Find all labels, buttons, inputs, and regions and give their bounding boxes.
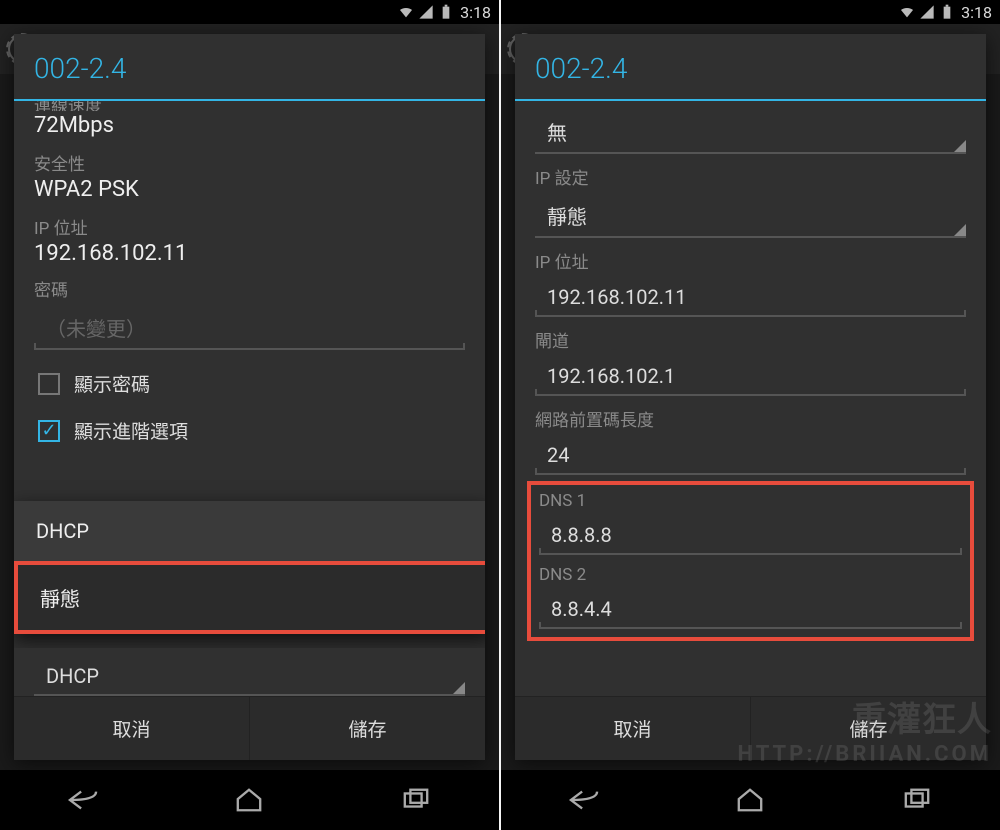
- show-advanced-label: 顯示進階選項: [74, 417, 188, 444]
- dns1-input[interactable]: 8.8.8.8: [539, 513, 962, 555]
- password-input[interactable]: （未變更）: [34, 303, 465, 350]
- show-password-checkbox[interactable]: [38, 373, 60, 395]
- ip-address-label: IP 位址: [535, 248, 966, 273]
- show-password-row[interactable]: 顯示密碼: [34, 370, 465, 397]
- ip-address-value: 192.168.102.11: [34, 241, 465, 266]
- cancel-button[interactable]: 取消: [515, 697, 751, 760]
- prefix-length-label: 網路前置碼長度: [535, 406, 966, 431]
- dialog-body: 無 IP 設定 靜態 IP 位址 192.168.102.11 閘道 192.1…: [515, 101, 986, 696]
- prefix-length-input[interactable]: 24: [535, 433, 966, 475]
- show-password-label: 顯示密碼: [74, 370, 150, 397]
- wifi-icon: [398, 4, 414, 20]
- link-speed-label: 連線速度: [34, 101, 465, 111]
- show-advanced-checkbox[interactable]: [38, 420, 60, 442]
- link-speed-value: 72Mbps: [34, 113, 465, 138]
- recent-apps-button[interactable]: [395, 783, 437, 817]
- ip-settings-spinner[interactable]: 靜態: [535, 191, 966, 238]
- ip-settings-spinner[interactable]: DHCP: [34, 654, 465, 696]
- dns2-input[interactable]: 8.8.4.4: [539, 587, 962, 629]
- home-button[interactable]: [228, 783, 270, 817]
- wifi-icon: [899, 4, 915, 20]
- show-advanced-row[interactable]: 顯示進階選項: [34, 417, 465, 444]
- dns1-label: DNS 1: [539, 491, 962, 511]
- wifi-dialog: 002-2.4 無 IP 設定 靜態 IP 位址 192.168.102.11 …: [515, 34, 986, 760]
- status-bar: 3:18: [0, 0, 499, 24]
- dialog-body: 連線速度 72Mbps 安全性 WPA2 PSK IP 位址 192.168.1…: [14, 101, 485, 648]
- status-time: 3:18: [460, 3, 491, 22]
- dialog-buttons: 取消 儲存: [515, 696, 986, 760]
- recent-apps-button[interactable]: [896, 783, 938, 817]
- dialog-title: 002-2.4: [14, 34, 485, 99]
- ip-settings-dropdown: DHCP 靜態: [14, 501, 485, 634]
- back-button[interactable]: [563, 783, 605, 817]
- security-label: 安全性: [34, 150, 465, 175]
- back-button[interactable]: [62, 783, 104, 817]
- dns-highlight-box: DNS 1 8.8.8.8 DNS 2 8.8.4.4: [527, 481, 974, 641]
- status-time: 3:18: [961, 3, 992, 22]
- dropdown-option-static[interactable]: 靜態: [14, 561, 485, 634]
- ip-settings-label: IP 設定: [535, 164, 966, 189]
- password-label: 密碼: [34, 276, 465, 301]
- battery-icon: [438, 4, 454, 20]
- wifi-dialog: 002-2.4 連線速度 72Mbps 安全性 WPA2 PSK IP 位址 1…: [14, 34, 485, 760]
- save-button[interactable]: 儲存: [250, 697, 485, 760]
- proxy-spinner[interactable]: 無: [535, 107, 966, 154]
- security-value: WPA2 PSK: [34, 177, 465, 202]
- dropdown-option-dhcp[interactable]: DHCP: [14, 501, 485, 561]
- status-bar: 3:18: [501, 0, 1000, 24]
- cell-signal-icon: [919, 4, 935, 20]
- gateway-label: 閘道: [535, 327, 966, 352]
- home-button[interactable]: [729, 783, 771, 817]
- cell-signal-icon: [418, 4, 434, 20]
- ip-address-input[interactable]: 192.168.102.11: [535, 275, 966, 317]
- left-phone: 3:18 002-2.4 連線速度 72Mbps 安全性 WPA2 PSK IP…: [0, 0, 499, 830]
- ip-address-label: IP 位址: [34, 214, 465, 239]
- dialog-buttons: 取消 儲存: [14, 696, 485, 760]
- battery-icon: [939, 4, 955, 20]
- dns2-label: DNS 2: [539, 565, 962, 585]
- dialog-title: 002-2.4: [515, 34, 986, 99]
- nav-bar: [0, 770, 499, 830]
- cancel-button[interactable]: 取消: [14, 697, 250, 760]
- nav-bar: [501, 770, 1000, 830]
- save-button[interactable]: 儲存: [751, 697, 986, 760]
- gateway-input[interactable]: 192.168.102.1: [535, 354, 966, 396]
- right-phone: 3:18 002-2.4 無 IP 設定 靜態 IP 位址 192.168.10…: [501, 0, 1000, 830]
